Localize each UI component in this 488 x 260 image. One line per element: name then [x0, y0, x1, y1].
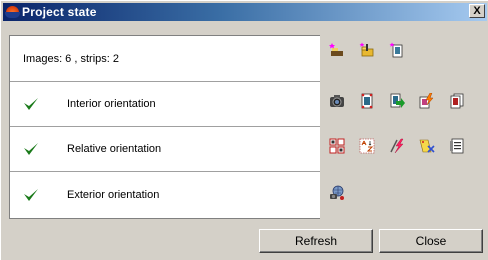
toolbar-row-images [329, 42, 419, 58]
state-panel: Images: 6 , strips: 2 Interior orientati… [9, 35, 320, 219]
summary-text: Images: 6 , strips: 2 [23, 52, 119, 65]
auto-measure-icon[interactable] [419, 93, 435, 109]
exterior-solve-icon[interactable] [329, 185, 345, 201]
add-folder-icon[interactable] [359, 42, 375, 58]
refresh-button[interactable]: Refresh [259, 229, 373, 253]
toolbar-row-exterior [329, 185, 359, 201]
toolbar-row-relative [329, 138, 479, 154]
new-images-icon[interactable] [329, 42, 345, 58]
step-label: Relative orientation [67, 143, 162, 155]
title-close-button[interactable]: X [469, 4, 485, 18]
camera-icon[interactable] [329, 93, 345, 109]
interior-points-icon[interactable] [359, 93, 375, 109]
export-orientation-icon[interactable] [389, 93, 405, 109]
step-row-interior: Interior orientation [10, 82, 320, 127]
title-bar[interactable]: Project state X [3, 3, 487, 21]
step-row-exterior: Exterior orientation [10, 172, 320, 219]
step-label: Interior orientation [67, 98, 156, 110]
toolbar-panel [329, 35, 488, 219]
sort-points-icon[interactable] [359, 138, 375, 154]
window-title: Project state [22, 5, 97, 19]
add-image-icon[interactable] [389, 42, 405, 58]
checkmark-icon [23, 142, 39, 156]
project-state-dialog: Project state X Images: 6 , strips: 2 In… [0, 0, 488, 260]
checkmark-icon [23, 97, 39, 111]
step-row-relative: Relative orientation [10, 127, 320, 172]
relative-report-icon[interactable] [449, 138, 465, 154]
app-logo-icon [5, 5, 20, 19]
orientation-report-icon[interactable] [449, 93, 465, 109]
toolbar-row-interior [329, 93, 479, 109]
clear-points-icon[interactable] [419, 138, 435, 154]
step-label: Exterior orientation [67, 189, 160, 201]
tie-points-icon[interactable] [329, 138, 345, 154]
checkmark-icon [23, 188, 39, 202]
summary-row: Images: 6 , strips: 2 [10, 36, 320, 82]
close-button[interactable]: Close [379, 229, 483, 253]
quick-adjust-icon[interactable] [389, 138, 405, 154]
